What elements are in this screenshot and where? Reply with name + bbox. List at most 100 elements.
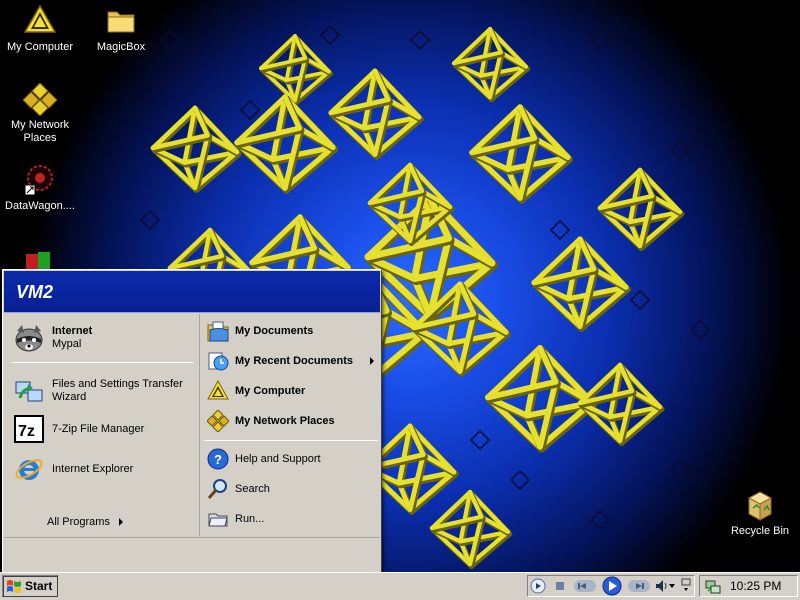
desktop-icon-datawagon[interactable]: DataWagon....: [0, 163, 80, 213]
start-menu-right-pane: My Documents My Recent Documents My Comp…: [199, 314, 380, 536]
octahedron-decoration: [452, 27, 531, 102]
my-computer-icon: [23, 4, 57, 33]
octahedron-decoration: [411, 281, 511, 377]
octahedron-decoration: [429, 489, 513, 569]
partial-desktop-icon[interactable]: [24, 250, 54, 270]
octahedron-decoration: [531, 236, 631, 332]
small-octahedron-decoration: [589, 29, 611, 51]
my-computer-icon: [206, 379, 230, 403]
recent-documents-icon: [206, 349, 230, 373]
media-player-toolbar: [527, 575, 695, 597]
small-octahedron-decoration: [469, 429, 491, 451]
transfer-wizard-line2: Wizard: [52, 391, 87, 403]
small-octahedron-decoration: [669, 459, 691, 481]
network-places-icon: [23, 82, 57, 116]
desktop-icon-my-network-places[interactable]: My Network Places: [0, 82, 80, 145]
menu-item-run[interactable]: Run...: [206, 505, 380, 533]
octahedron-decoration: [597, 167, 685, 251]
taskbar: Start 10:25 PM: [0, 572, 800, 600]
octahedron-decoration: [577, 362, 665, 446]
desktop-icon-label: DataWagon....: [5, 200, 75, 212]
small-octahedron-decoration: [509, 469, 531, 491]
svg-text:?: ?: [214, 452, 222, 467]
clock[interactable]: 10:25 PM: [730, 579, 781, 593]
menu-item-my-recent-documents[interactable]: My Recent Documents: [206, 347, 380, 375]
folder-icon: [107, 11, 135, 33]
octahedron-decoration: [485, 345, 598, 453]
transfer-wizard-icon: [12, 375, 46, 407]
desktop-icon-magicbox[interactable]: MagicBox: [81, 4, 161, 54]
start-menu-header: VM2: [4, 271, 380, 313]
menu-item-internet[interactable]: Internet Mypal: [12, 319, 192, 357]
small-octahedron-decoration: [669, 139, 691, 161]
search-label: Search: [235, 483, 270, 495]
menu-item-help-and-support[interactable]: ? Help and Support: [206, 445, 380, 473]
help-icon: ?: [206, 447, 230, 471]
start-menu: VM2 Internet Mypal Files and Settings Tr…: [2, 269, 382, 573]
small-octahedron-decoration: [589, 509, 611, 531]
small-octahedron-decoration: [159, 29, 181, 51]
small-octahedron-decoration: [139, 209, 161, 231]
submenu-arrow-icon: [118, 518, 123, 526]
small-octahedron-decoration: [319, 24, 341, 46]
start-label: Start: [25, 579, 53, 593]
dropdown-icon[interactable]: [669, 584, 675, 588]
small-octahedron-decoration: [719, 219, 741, 241]
help-and-support-label: Help and Support: [235, 453, 321, 465]
play-icon[interactable]: [602, 576, 622, 596]
desktop-icon-label: Recycle Bin: [730, 525, 790, 537]
octahedron-decoration: [367, 162, 455, 246]
my-computer-label: My Computer: [235, 385, 306, 397]
menu-item-search[interactable]: Search: [206, 475, 380, 503]
menu-item-7zip[interactable]: 7z 7-Zip File Manager: [12, 410, 192, 448]
octahedron-decoration: [469, 104, 573, 204]
windows-flag-icon: [7, 580, 21, 593]
desktop-icon-my-computer[interactable]: My Computer: [0, 4, 80, 54]
desktop-icon-recycle-bin[interactable]: Recycle Bin: [720, 488, 800, 538]
my-documents-icon: [206, 319, 230, 343]
menu-item-internet-explorer[interactable]: Internet Explorer: [12, 450, 192, 488]
start-button[interactable]: Start: [2, 575, 58, 597]
volume-icon[interactable]: [656, 580, 667, 592]
separator: [204, 440, 378, 441]
small-octahedron-decoration: [549, 219, 571, 241]
my-network-places-label: My Network Places: [235, 415, 335, 427]
svg-text:7z: 7z: [18, 423, 35, 440]
octahedron-decoration: [259, 34, 333, 106]
internet-title: Internet: [52, 325, 93, 337]
next-icon[interactable]: [628, 580, 650, 592]
stop-icon[interactable]: [556, 582, 564, 590]
menu-icon[interactable]: [530, 578, 546, 594]
small-octahedron-decoration: [689, 319, 711, 341]
internet-browser-name: Mypal: [52, 338, 82, 350]
run-label: Run...: [235, 513, 265, 525]
all-programs-button[interactable]: All Programs: [47, 516, 123, 528]
transfer-wizard-line1: Files and Settings Transfer: [52, 378, 183, 390]
7zip-icon: 7z: [12, 413, 46, 445]
previous-icon[interactable]: [574, 580, 596, 592]
my-documents-label: My Documents: [235, 325, 314, 337]
run-icon: [206, 507, 230, 531]
desktop-icon-label: MagicBox: [96, 41, 146, 53]
menu-item-my-network-places[interactable]: My Network Places: [206, 407, 380, 435]
small-octahedron-decoration: [409, 29, 431, 51]
octahedron-decoration: [150, 105, 242, 193]
start-menu-footer: [4, 537, 380, 571]
start-menu-left-pane: Internet Mypal Files and Settings Transf…: [4, 314, 197, 552]
octahedron-decoration: [234, 94, 338, 194]
datawagon-icon: [24, 165, 53, 196]
submenu-arrow-icon: [370, 357, 374, 365]
raccoon-icon: [12, 322, 46, 354]
system-tray: 10:25 PM: [699, 575, 798, 597]
octahedron-decoration: [328, 68, 424, 160]
7zip-label: 7-Zip File Manager: [52, 422, 145, 435]
user-name: VM2: [16, 282, 54, 302]
desktop-icon-label: My Network Places: [10, 119, 70, 144]
network-tray-icon[interactable]: [705, 579, 721, 595]
small-octahedron-decoration: [719, 389, 741, 411]
menu-item-files-settings-transfer[interactable]: Files and Settings Transfer Wizard: [12, 372, 192, 410]
menu-item-my-computer[interactable]: My Computer: [206, 377, 380, 405]
network-places-icon: [206, 409, 230, 433]
restore-icon[interactable]: [681, 578, 691, 591]
menu-item-my-documents[interactable]: My Documents: [206, 317, 380, 345]
